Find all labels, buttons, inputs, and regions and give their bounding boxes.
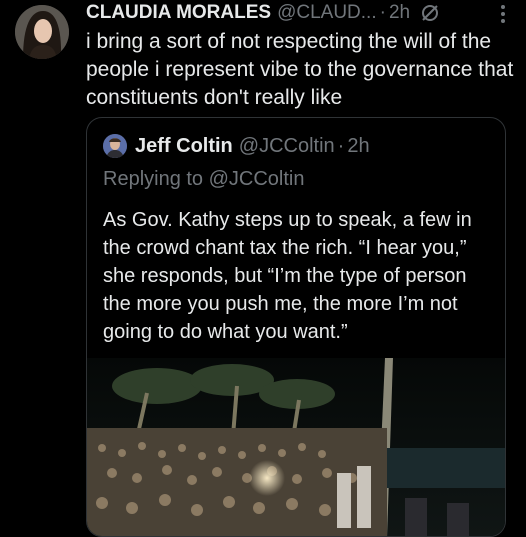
replying-to: Replying to @JCColtin — [103, 168, 305, 190]
tweet-text: i bring a sort of not respecting the wil… — [86, 30, 514, 109]
more-icon[interactable] — [500, 4, 506, 24]
quoted-avatar[interactable] — [103, 134, 127, 158]
tweet-header: CLAUDIA MORALES @CLAUD... · 2h — [86, 0, 516, 26]
quoted-media-image[interactable] — [87, 358, 505, 536]
quoted-header: Jeff Coltin @JCColtin · 2h — [103, 132, 370, 160]
separator: · — [379, 2, 386, 23]
timestamp[interactable]: 2h — [389, 2, 410, 24]
quoted-timestamp: 2h — [347, 134, 370, 157]
avatar[interactable] — [15, 5, 69, 59]
grok-icon[interactable] — [420, 3, 440, 23]
author-name[interactable]: CLAUDIA MORALES — [86, 2, 271, 24]
quoted-tweet[interactable]: Jeff Coltin @JCColtin · 2h Replying to @… — [86, 117, 506, 537]
quoted-author-handle[interactable]: @JCColtin — [239, 135, 335, 158]
quoted-text: As Gov. Kathy steps up to speak, a few i… — [103, 209, 472, 343]
author-handle[interactable]: @CLAUD... — [277, 2, 377, 24]
quoted-author-name[interactable]: Jeff Coltin — [135, 135, 233, 158]
quoted-separator: · — [337, 134, 345, 157]
